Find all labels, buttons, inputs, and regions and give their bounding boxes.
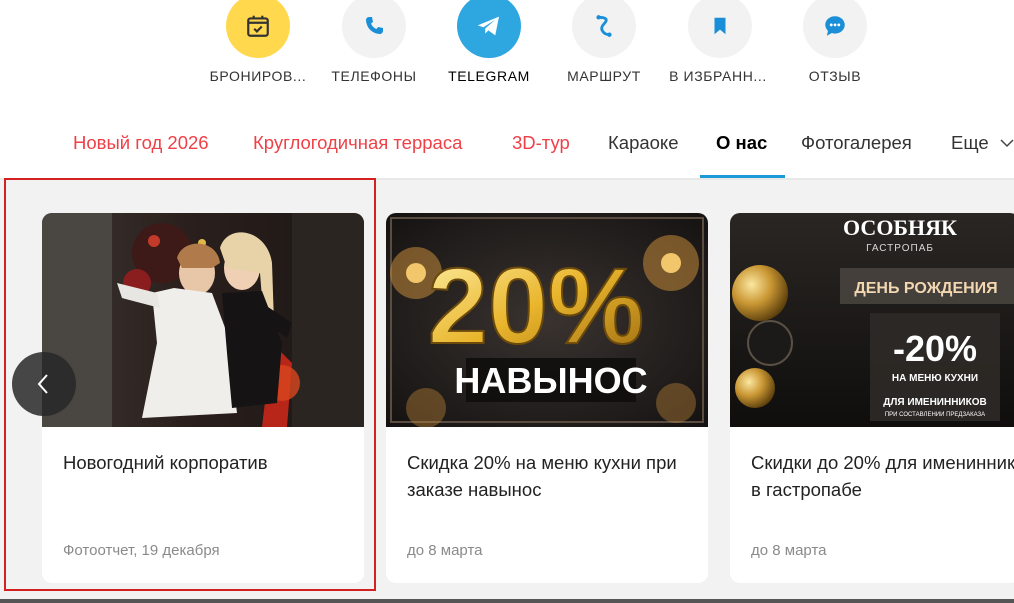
- news-card[interactable]: 20% НАВЫНОС Скидка 20% на меню кухни при…: [386, 213, 708, 583]
- telegram-label: TELEGRAM: [448, 68, 530, 84]
- news-card[interactable]: ОСОБНЯК ГАСТРОПАБ ДЕНЬ РОЖДЕНИЯ -20% НА …: [730, 213, 1014, 583]
- card-title: Скидки до 20% для именинников в гастропа…: [751, 452, 1014, 500]
- tab-gallery[interactable]: Фотогалерея: [801, 132, 912, 154]
- tab-more[interactable]: Еще: [951, 132, 989, 154]
- review-label: ОТЗЫВ: [808, 68, 862, 84]
- headline-text: ДЕНЬ РОЖДЕНИЯ: [854, 280, 997, 297]
- tab-new-year[interactable]: Новый год 2026: [73, 132, 209, 154]
- phones-label: ТЕЛЕФОНЫ: [331, 68, 417, 84]
- action-bar: БРОНИРОВ... ТЕЛЕФОНЫ TELEGRAM МАРШРУТ В …: [0, 0, 1014, 100]
- telegram-circle[interactable]: [457, 0, 521, 58]
- promo-line2: ДЛЯ ИМЕНИННИКОВ: [883, 397, 986, 408]
- phones-circle[interactable]: [342, 0, 406, 58]
- review-circle[interactable]: [803, 0, 867, 58]
- takeaway-promo-image: 20% НАВЫНОС: [386, 213, 708, 427]
- page: БРОНИРОВ... ТЕЛЕФОНЫ TELEGRAM МАРШРУТ В …: [0, 0, 1014, 603]
- tab-terrace[interactable]: Круглогодичная терраса: [253, 132, 462, 154]
- promo-sub-text: НАВЫНОС: [454, 360, 647, 401]
- brand-text: ОСОБНЯК: [843, 215, 957, 240]
- card-date: до 8 марта: [407, 542, 483, 559]
- card-promo-image: 20% НАВЫНОС: [386, 213, 708, 427]
- route-icon: [596, 15, 612, 37]
- birthday-promo-image: ОСОБНЯК ГАСТРОПАБ ДЕНЬ РОЖДЕНИЯ -20% НА …: [730, 213, 1014, 427]
- favorites-circle[interactable]: [688, 0, 752, 58]
- discount-text: -20%: [893, 328, 977, 369]
- promo-big-text: 20%: [428, 245, 644, 366]
- phone-icon: [366, 17, 383, 34]
- card-promo-image: ОСОБНЯК ГАСТРОПАБ ДЕНЬ РОЖДЕНИЯ -20% НА …: [730, 213, 1014, 427]
- telegram-icon: [477, 16, 499, 36]
- booking-circle[interactable]: [226, 0, 290, 58]
- promo-line1: НА МЕНЮ КУХНИ: [892, 373, 978, 384]
- favorites-label: В ИЗБРАНН...: [669, 68, 767, 84]
- section-tabs: Новый год 2026 Круглогодичная терраса 3D…: [0, 118, 1014, 180]
- brand-sub-text: ГАСТРОПАБ: [866, 243, 934, 254]
- selection-highlight: [4, 178, 376, 591]
- tab-3d-tour[interactable]: 3D-тур: [512, 132, 570, 154]
- route-label: МАРШРУТ: [567, 68, 641, 84]
- chevron-down-icon[interactable]: [1000, 136, 1014, 150]
- bottom-divider: [0, 599, 1014, 603]
- chat-bubble-icon: [825, 16, 845, 36]
- promo-line3: ПРИ СОСТАВЛЕНИИ ПРЕДЗАКАЗА: [885, 412, 985, 418]
- bookmark-icon: [714, 17, 726, 35]
- tab-about[interactable]: О нас: [716, 132, 767, 154]
- route-circle[interactable]: [572, 0, 636, 58]
- calendar-check-icon: [247, 15, 269, 37]
- card-date: до 8 марта: [751, 542, 827, 559]
- booking-label: БРОНИРОВ...: [209, 68, 307, 84]
- card-title: Скидка 20% на меню кухни при заказе навы…: [407, 452, 677, 500]
- tab-karaoke[interactable]: Караоке: [608, 132, 679, 154]
